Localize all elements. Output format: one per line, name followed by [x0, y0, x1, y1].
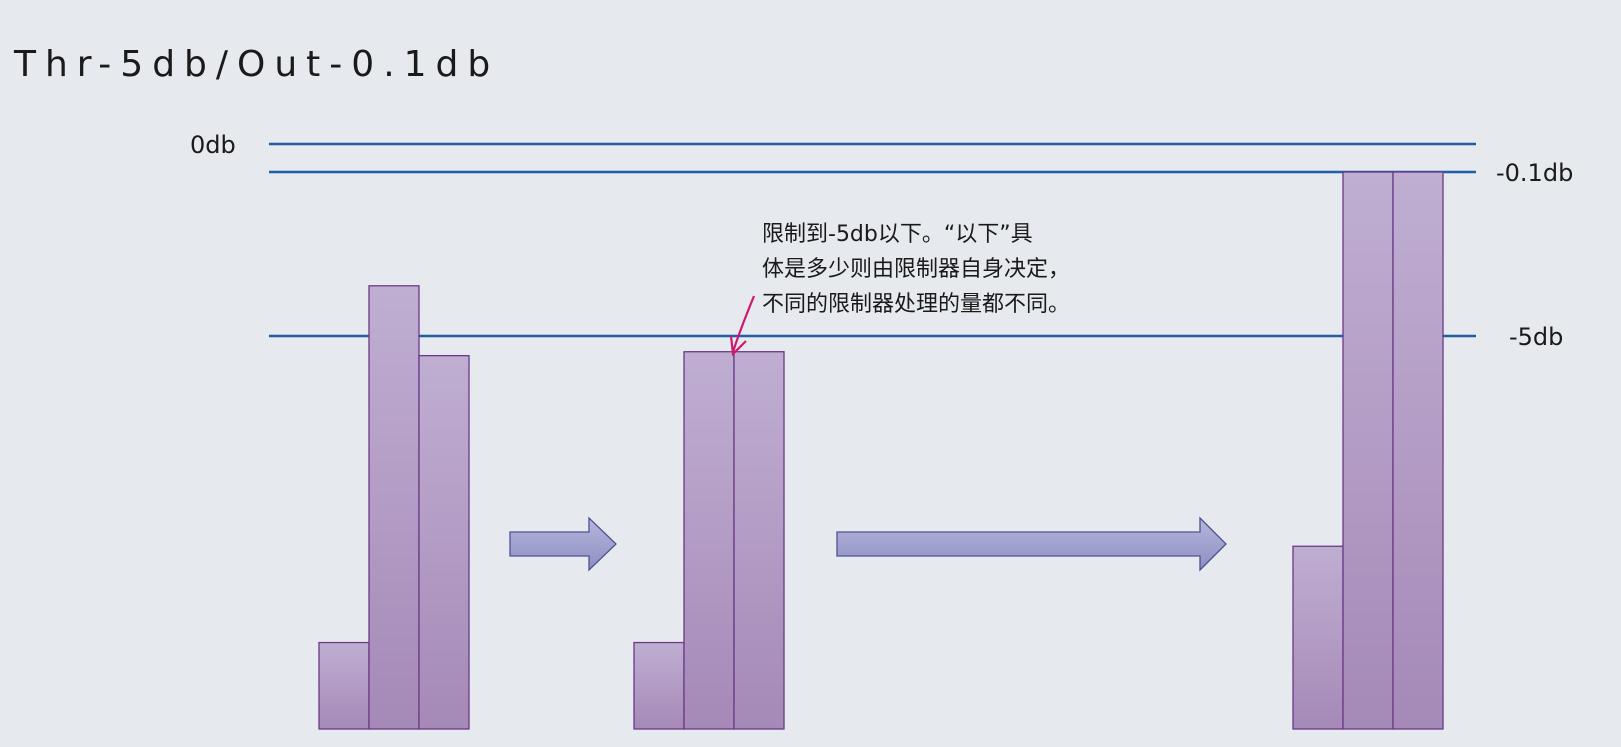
level-bar-output-1: [1292, 545, 1344, 730]
process-arrow-2: [836, 516, 1227, 572]
level-bar-limited-1: [633, 641, 685, 730]
level-bar-limited-3: [733, 351, 785, 730]
level-bar-output-2: [1342, 171, 1394, 730]
annotation-line-2: 体是多少则由限制器自身决定，: [762, 257, 1070, 282]
bar-groups: [318, 171, 1444, 730]
annotation-line-1: 限制到-5db以下。“以下”具: [762, 222, 1033, 247]
limiter-diagram: 0db -0.1db -5db 限制到-5db以下。“以下”具 体是多少则由限制…: [190, 131, 1573, 730]
annotation-line-3: 不同的限制器处理的量都不同。: [762, 292, 1070, 317]
process-arrow-1: [509, 516, 617, 572]
level-bar-output-3: [1392, 171, 1444, 730]
annotation-pointer-icon: [729, 295, 756, 357]
level-label-out: -0.1db: [1496, 159, 1573, 187]
level-bar-input-2: [368, 285, 420, 730]
level-bar-limited-2: [683, 351, 735, 730]
level-bar-input-3: [418, 354, 470, 730]
level-bar-input-1: [318, 641, 370, 730]
level-label-threshold: -5db: [1509, 323, 1563, 351]
level-label-0db: 0db: [190, 131, 236, 159]
